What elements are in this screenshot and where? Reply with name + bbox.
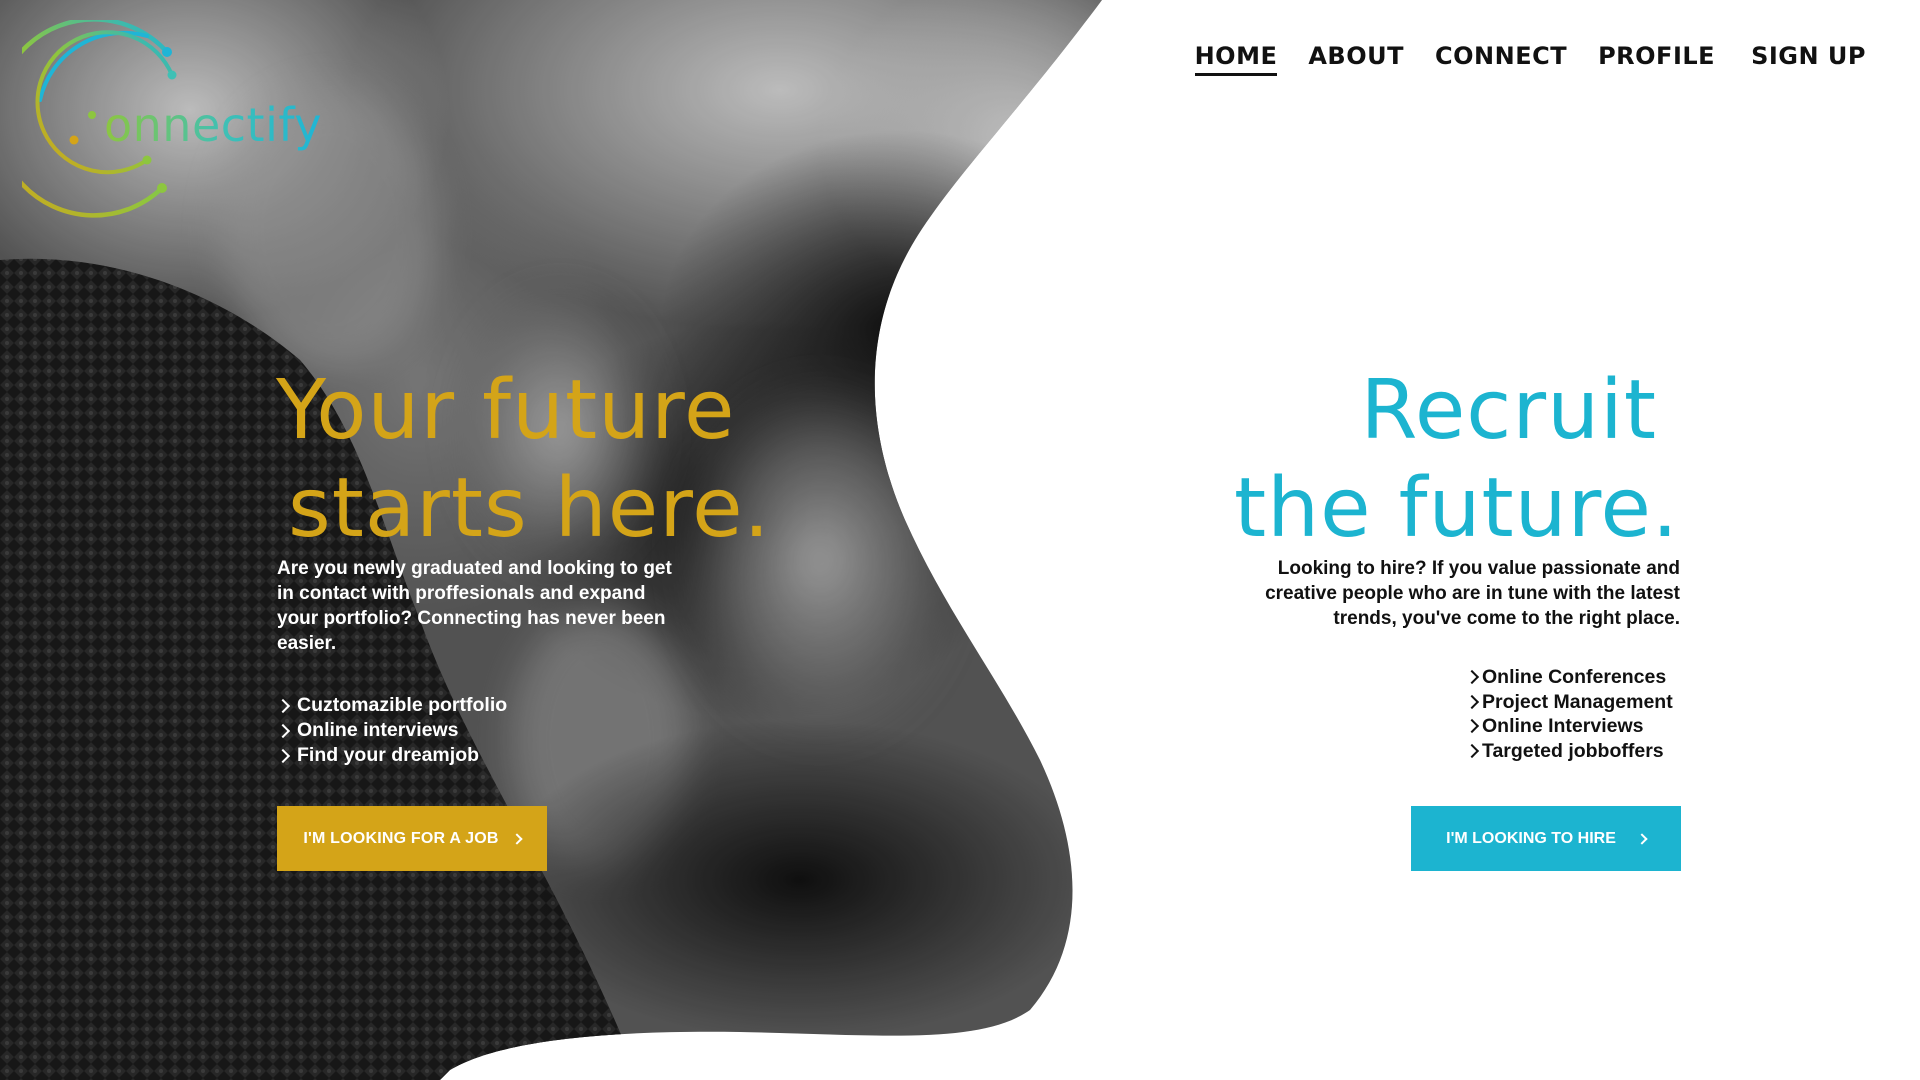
recruiters-feature-list: Online Conferences Project Management On… — [1464, 665, 1673, 764]
recruiters-description: Looking to hire? If you value passionate… — [1265, 558, 1680, 629]
recruiters-headline-line1: Recruit — [1360, 363, 1657, 458]
looking-to-hire-button-label: I'M LOOKING TO HIRE — [1446, 829, 1616, 847]
feature-label: Online Conferences — [1482, 666, 1667, 688]
list-item: Online Interviews — [1464, 714, 1673, 739]
list-item: Find your dreamjob — [275, 743, 507, 768]
chevron-right-icon — [1464, 670, 1480, 685]
landing-page: onnectify HOME ABOUT CONNECT PROFILE SIG… — [0, 0, 1920, 1080]
feature-label: Targeted jobboffers — [1482, 739, 1664, 762]
feature-label: Online Interviews — [1482, 715, 1644, 737]
chevron-right-icon — [1464, 694, 1480, 709]
chevron-right-icon — [1636, 832, 1648, 845]
feature-label: Cuztomazible portfolio — [297, 694, 508, 716]
nav-item-about[interactable]: ABOUT — [1308, 42, 1404, 76]
list-item: Targeted jobboffers — [1464, 739, 1673, 764]
list-item: Project Management — [1464, 690, 1673, 715]
feature-label: Find your dreamjob — [297, 744, 480, 766]
recruiters-headline: Recruit the future. — [1234, 362, 1679, 558]
logo-wordmark: onnectify — [104, 98, 322, 152]
list-item: Online Conferences — [1464, 665, 1673, 690]
job-seekers-feature-list: Cuztomazible portfolio Online interviews… — [275, 693, 508, 768]
chevron-right-icon — [275, 698, 291, 713]
main-nav: HOME ABOUT CONNECT PROFILE SIGN UP — [1164, 42, 1866, 76]
list-item: Online interviews — [275, 718, 507, 743]
nav-item-profile[interactable]: PROFILE — [1598, 42, 1715, 76]
recruiters-headline-line2: the future. — [1233, 461, 1679, 556]
chevron-right-icon — [1464, 743, 1480, 758]
job-seekers-headline-line2: starts here. — [288, 461, 771, 556]
job-seekers-headline-line1: Your future — [276, 363, 736, 458]
looking-for-job-button[interactable]: I'M LOOKING FOR A JOB — [277, 806, 547, 871]
chevron-right-icon — [275, 748, 291, 763]
chevron-right-icon — [510, 832, 523, 845]
list-item: Cuztomazible portfolio — [275, 693, 508, 718]
feature-label: Project Management — [1482, 690, 1673, 713]
looking-for-job-button-label: I'M LOOKING FOR A JOB — [303, 829, 499, 847]
chevron-right-icon — [275, 723, 291, 738]
brand-logo[interactable]: onnectify — [0, 17, 352, 240]
nav-item-home[interactable]: HOME — [1194, 42, 1278, 76]
nav-item-connect[interactable]: CONNECT — [1435, 42, 1567, 76]
job-seekers-headline: Your future starts here. — [276, 362, 771, 558]
looking-to-hire-button[interactable]: I'M LOOKING TO HIRE — [1411, 806, 1681, 871]
feature-label: Online interviews — [297, 719, 459, 741]
nav-item-sign-up[interactable]: SIGN UP — [1751, 42, 1866, 76]
job-seekers-description: Are you newly graduated and looking to g… — [277, 558, 672, 654]
chevron-right-icon — [1464, 719, 1480, 734]
